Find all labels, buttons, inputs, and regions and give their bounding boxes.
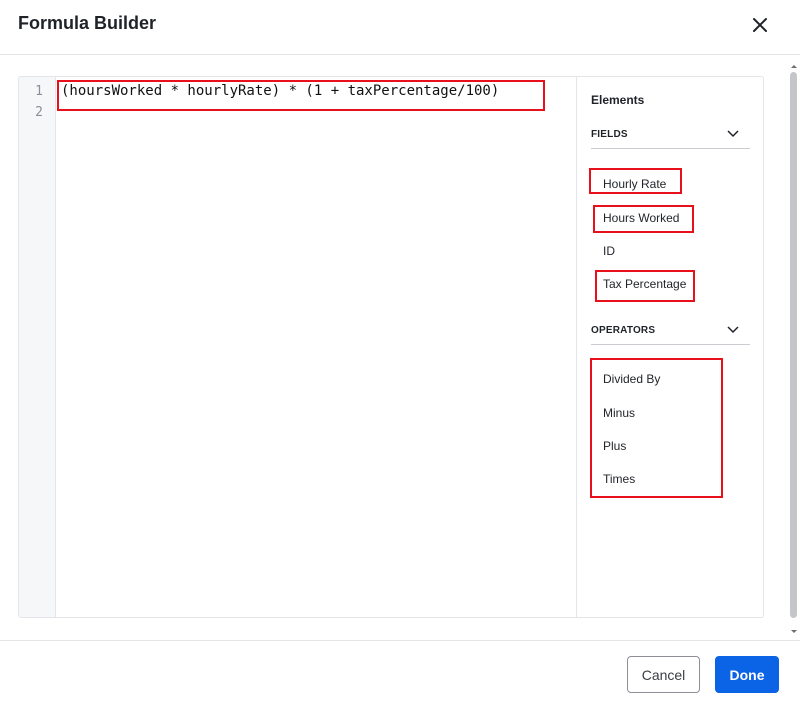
- dialog-title: Formula Builder: [18, 13, 157, 33]
- field-item-hourly-rate[interactable]: Hourly Rate: [603, 177, 666, 191]
- formula-code-input[interactable]: (hoursWorked * hourlyRate) * (1 + taxPer…: [56, 77, 576, 617]
- field-item-hours-worked[interactable]: Hours Worked: [603, 211, 679, 225]
- line-number: 1: [35, 84, 43, 99]
- chevron-down-icon: [727, 130, 739, 138]
- done-button[interactable]: Done: [715, 656, 779, 693]
- elements-title: Elements: [591, 93, 645, 107]
- operator-item-minus[interactable]: Minus: [603, 406, 635, 420]
- formula-editor-panel: 1 2 (hoursWorked * hourlyRate) * (1 + ta…: [18, 76, 764, 618]
- line-number-gutter: 1 2: [19, 77, 56, 617]
- dialog-header: Formula Builder: [0, 0, 800, 55]
- cancel-button[interactable]: Cancel: [627, 656, 700, 693]
- close-icon: [753, 18, 767, 32]
- fields-section-toggle[interactable]: FIELDS: [591, 129, 750, 149]
- field-item-tax-percentage[interactable]: Tax Percentage: [603, 277, 686, 291]
- operator-item-plus[interactable]: Plus: [603, 439, 626, 453]
- dialog-footer: Cancel Done: [0, 640, 800, 706]
- operators-section-toggle[interactable]: OPERATORS: [591, 325, 750, 345]
- operators-section-label: OPERATORS: [591, 325, 656, 336]
- close-button[interactable]: [748, 13, 772, 37]
- scrollbar-thumb[interactable]: [790, 72, 797, 618]
- chevron-down-icon: [727, 326, 739, 334]
- elements-panel: Elements FIELDS Hourly Rate Hours Worked…: [576, 77, 763, 617]
- fields-section-label: FIELDS: [591, 129, 628, 140]
- operator-item-divided-by[interactable]: Divided By: [603, 372, 660, 386]
- vertical-scrollbar[interactable]: [788, 62, 800, 642]
- field-item-id[interactable]: ID: [603, 244, 615, 258]
- operator-item-times[interactable]: Times: [603, 472, 635, 486]
- code-line[interactable]: (hoursWorked * hourlyRate) * (1 + taxPer…: [61, 83, 499, 99]
- line-number: 2: [35, 105, 43, 120]
- scroll-down-arrow-icon[interactable]: [788, 628, 800, 636]
- scroll-up-arrow-icon[interactable]: [788, 62, 800, 70]
